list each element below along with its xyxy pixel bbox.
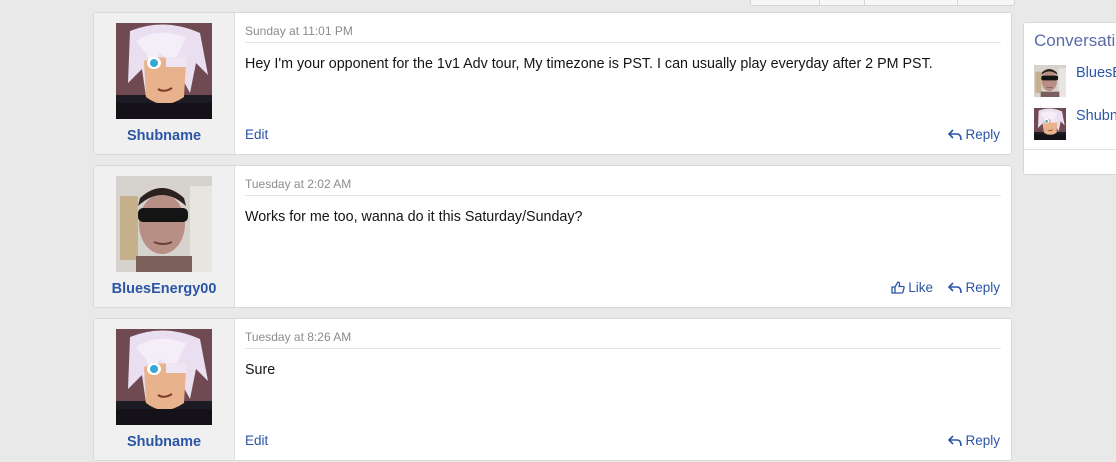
divider bbox=[245, 42, 1001, 43]
panel-title: Conversati bbox=[1034, 31, 1116, 50]
message-post: Shubname Tuesday at 8:26 AM Sure Edit Re… bbox=[93, 318, 1012, 461]
reply-button[interactable]: Reply bbox=[948, 280, 1000, 295]
message-post: BluesEnergy00 Tuesday at 2:02 AM Works f… bbox=[93, 165, 1012, 308]
user-info-column: Shubname bbox=[94, 319, 235, 460]
edit-label: Edit bbox=[245, 433, 269, 448]
reply-label: Reply bbox=[965, 433, 1000, 448]
anime-avatar-image bbox=[1034, 108, 1066, 140]
username-link[interactable]: BluesEnergy00 bbox=[94, 281, 234, 297]
message-text: Hey I'm your opponent for the 1v1 Adv to… bbox=[245, 56, 933, 72]
like-label: Like bbox=[908, 280, 933, 295]
reply-label: Reply bbox=[965, 280, 1000, 295]
edit-button[interactable]: Edit bbox=[245, 127, 268, 142]
tab-segment[interactable] bbox=[820, 0, 865, 5]
username-link[interactable]: Shubname bbox=[94, 434, 234, 450]
reply-icon bbox=[948, 434, 963, 447]
thumbs-up-icon bbox=[891, 281, 906, 294]
edit-button[interactable]: Edit bbox=[245, 433, 268, 448]
username-link[interactable]: Shubname bbox=[94, 128, 234, 144]
post-timestamp[interactable]: Sunday at 11:01 PM bbox=[245, 24, 353, 38]
user-info-column: BluesEnergy00 bbox=[94, 166, 235, 307]
photo-avatar-image bbox=[116, 176, 212, 272]
user-info-column: Shubname bbox=[94, 13, 235, 154]
reply-icon bbox=[948, 128, 963, 141]
reply-icon bbox=[948, 281, 963, 294]
avatar[interactable] bbox=[116, 176, 212, 272]
divider bbox=[245, 348, 1001, 349]
participant-name[interactable]: BluesE bbox=[1076, 65, 1116, 81]
avatar[interactable] bbox=[116, 329, 212, 425]
message-post: Shubname Sunday at 11:01 PM Hey I'm your… bbox=[93, 12, 1012, 155]
avatar[interactable] bbox=[116, 23, 212, 119]
edit-label: Edit bbox=[245, 127, 269, 142]
reply-button[interactable]: Reply bbox=[948, 127, 1000, 142]
top-tab-strip bbox=[750, 0, 1015, 6]
post-timestamp[interactable]: Tuesday at 8:26 AM bbox=[245, 330, 351, 344]
tab-segment[interactable] bbox=[865, 0, 959, 5]
like-button[interactable]: Like bbox=[891, 280, 933, 295]
message-text: Sure bbox=[245, 362, 276, 378]
reply-button[interactable]: Reply bbox=[948, 433, 1000, 448]
tab-segment[interactable] bbox=[751, 0, 820, 5]
anime-avatar-image bbox=[116, 23, 212, 119]
participant-name[interactable]: Shubn bbox=[1076, 108, 1116, 124]
message-text: Works for me too, wanna do it this Satur… bbox=[245, 209, 583, 225]
photo-avatar-image bbox=[1034, 65, 1066, 97]
participant-avatar[interactable] bbox=[1034, 108, 1066, 140]
post-timestamp[interactable]: Tuesday at 2:02 AM bbox=[245, 177, 351, 191]
anime-avatar-image bbox=[116, 329, 212, 425]
divider bbox=[245, 195, 1001, 196]
tab-segment[interactable] bbox=[958, 0, 1014, 5]
participant-avatar[interactable] bbox=[1034, 65, 1066, 97]
divider bbox=[1024, 149, 1116, 150]
conversation-participants-panel: Conversati BluesE Shubn bbox=[1023, 22, 1116, 175]
reply-label: Reply bbox=[965, 127, 1000, 142]
